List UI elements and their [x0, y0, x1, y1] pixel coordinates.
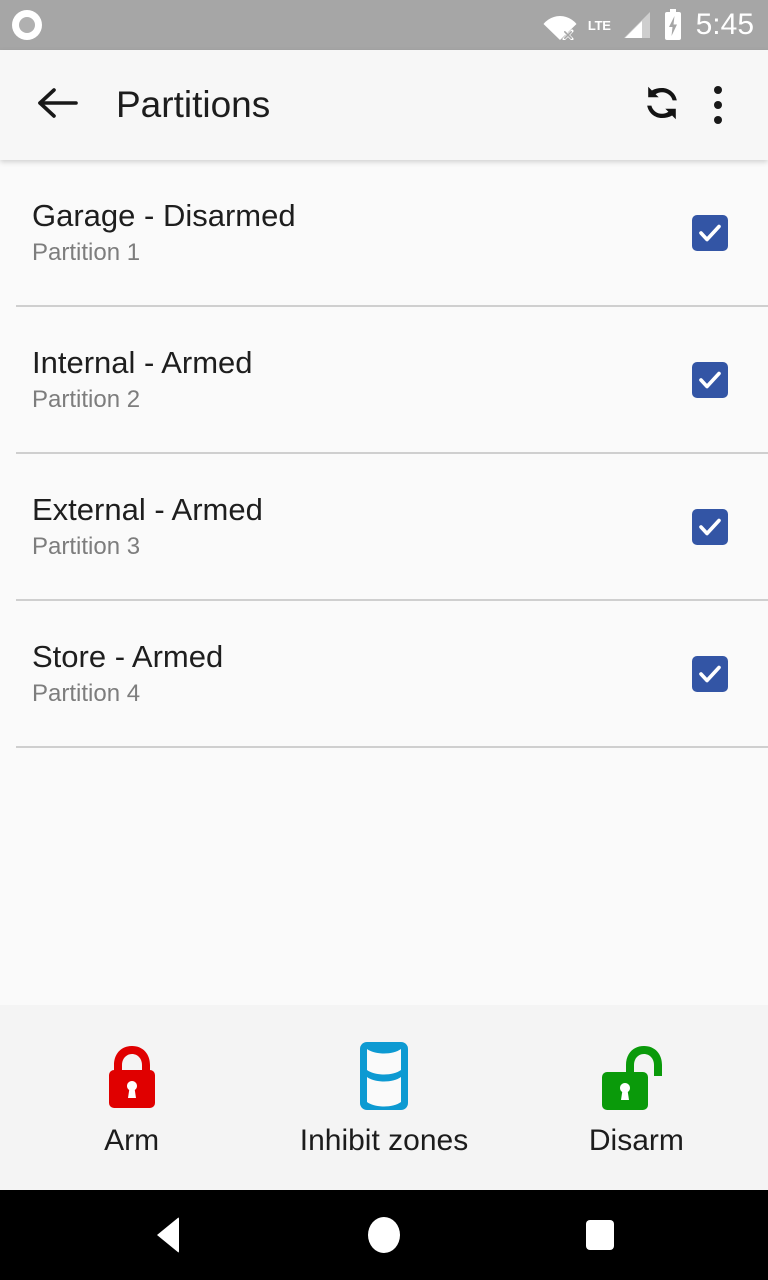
partition-checkbox[interactable] [692, 361, 728, 398]
partition-row[interactable]: Garage - Disarmed Partition 1 [0, 160, 768, 305]
partition-title: Internal - Armed [32, 344, 253, 380]
partition-checkbox[interactable] [692, 508, 728, 545]
check-icon [699, 665, 721, 682]
overflow-menu-button[interactable] [690, 77, 746, 133]
refresh-button[interactable] [634, 77, 690, 133]
app-bar: Partitions [0, 50, 768, 160]
dot [714, 101, 722, 109]
zone-cylinder-icon [358, 1040, 410, 1112]
bottom-action-bar: Arm Inhibit zones Disarm [0, 1005, 768, 1190]
nav-home-button[interactable] [339, 1190, 429, 1280]
partition-subtitle: Partition 2 [32, 386, 141, 414]
action-label: Disarm [588, 1123, 684, 1157]
more-vertical-icon [714, 86, 722, 124]
status-bar-clock: 5:45 [695, 8, 754, 41]
nav-recents-square-icon [586, 1220, 614, 1250]
lock-closed-icon [100, 1040, 164, 1112]
cellular-signal-icon [622, 10, 652, 40]
lock-open-icon [598, 1040, 674, 1112]
dot [714, 86, 722, 94]
nav-home-circle-icon [368, 1217, 400, 1253]
partition-row-texts: Store - Armed Partition 4 [32, 638, 692, 708]
nav-back-triangle-icon [157, 1217, 179, 1253]
inhibit-zones-button[interactable]: Inhibit zones [300, 1040, 468, 1156]
partition-title: Garage - Disarmed [32, 197, 296, 233]
partition-subtitle: Partition 3 [32, 533, 141, 561]
partition-row[interactable]: External - Armed Partition 3 [0, 454, 768, 599]
partition-row-texts: External - Armed Partition 3 [32, 491, 692, 561]
partition-subtitle: Partition 1 [32, 239, 141, 267]
back-button[interactable] [30, 77, 86, 133]
partition-checkbox[interactable] [692, 214, 728, 251]
partitions-list: Garage - Disarmed Partition 1 Internal -… [0, 160, 768, 1005]
circle-notification-icon [12, 10, 42, 40]
partition-title: Store - Armed [32, 638, 224, 674]
status-bar: LTE 5:45 [0, 0, 768, 50]
partition-title: External - Armed [32, 491, 263, 527]
refresh-sync-icon [640, 81, 684, 130]
partition-row-texts: Garage - Disarmed Partition 1 [32, 197, 692, 267]
nav-back-button[interactable] [123, 1190, 213, 1280]
partition-checkbox[interactable] [692, 655, 728, 692]
status-bar-left [12, 10, 42, 40]
arrow-back-icon [37, 86, 79, 125]
nav-recents-button[interactable] [555, 1190, 645, 1280]
network-type-label: LTE [587, 17, 611, 33]
arm-button[interactable]: Arm [57, 1040, 207, 1156]
page-title: Partitions [116, 84, 271, 125]
partition-subtitle: Partition 4 [32, 680, 141, 708]
partition-row[interactable]: Store - Armed Partition 4 [0, 601, 768, 746]
check-icon [699, 371, 721, 388]
action-label: Inhibit zones [299, 1123, 469, 1157]
check-icon [699, 518, 721, 535]
status-bar-right: LTE 5:45 [543, 9, 754, 41]
battery-charging-icon [663, 9, 683, 41]
partition-row-texts: Internal - Armed Partition 2 [32, 344, 692, 414]
phone-screen: LTE 5:45 Partitions Garage - Disarmed Pa… [0, 0, 768, 1280]
action-label: Arm [104, 1123, 160, 1157]
dot [714, 116, 722, 124]
android-nav-bar [0, 1190, 768, 1280]
partition-row[interactable]: Internal - Armed Partition 2 [0, 307, 768, 452]
disarm-button[interactable]: Disarm [561, 1040, 711, 1156]
row-divider [16, 746, 768, 748]
check-icon [699, 224, 721, 241]
wifi-off-icon [543, 10, 577, 40]
